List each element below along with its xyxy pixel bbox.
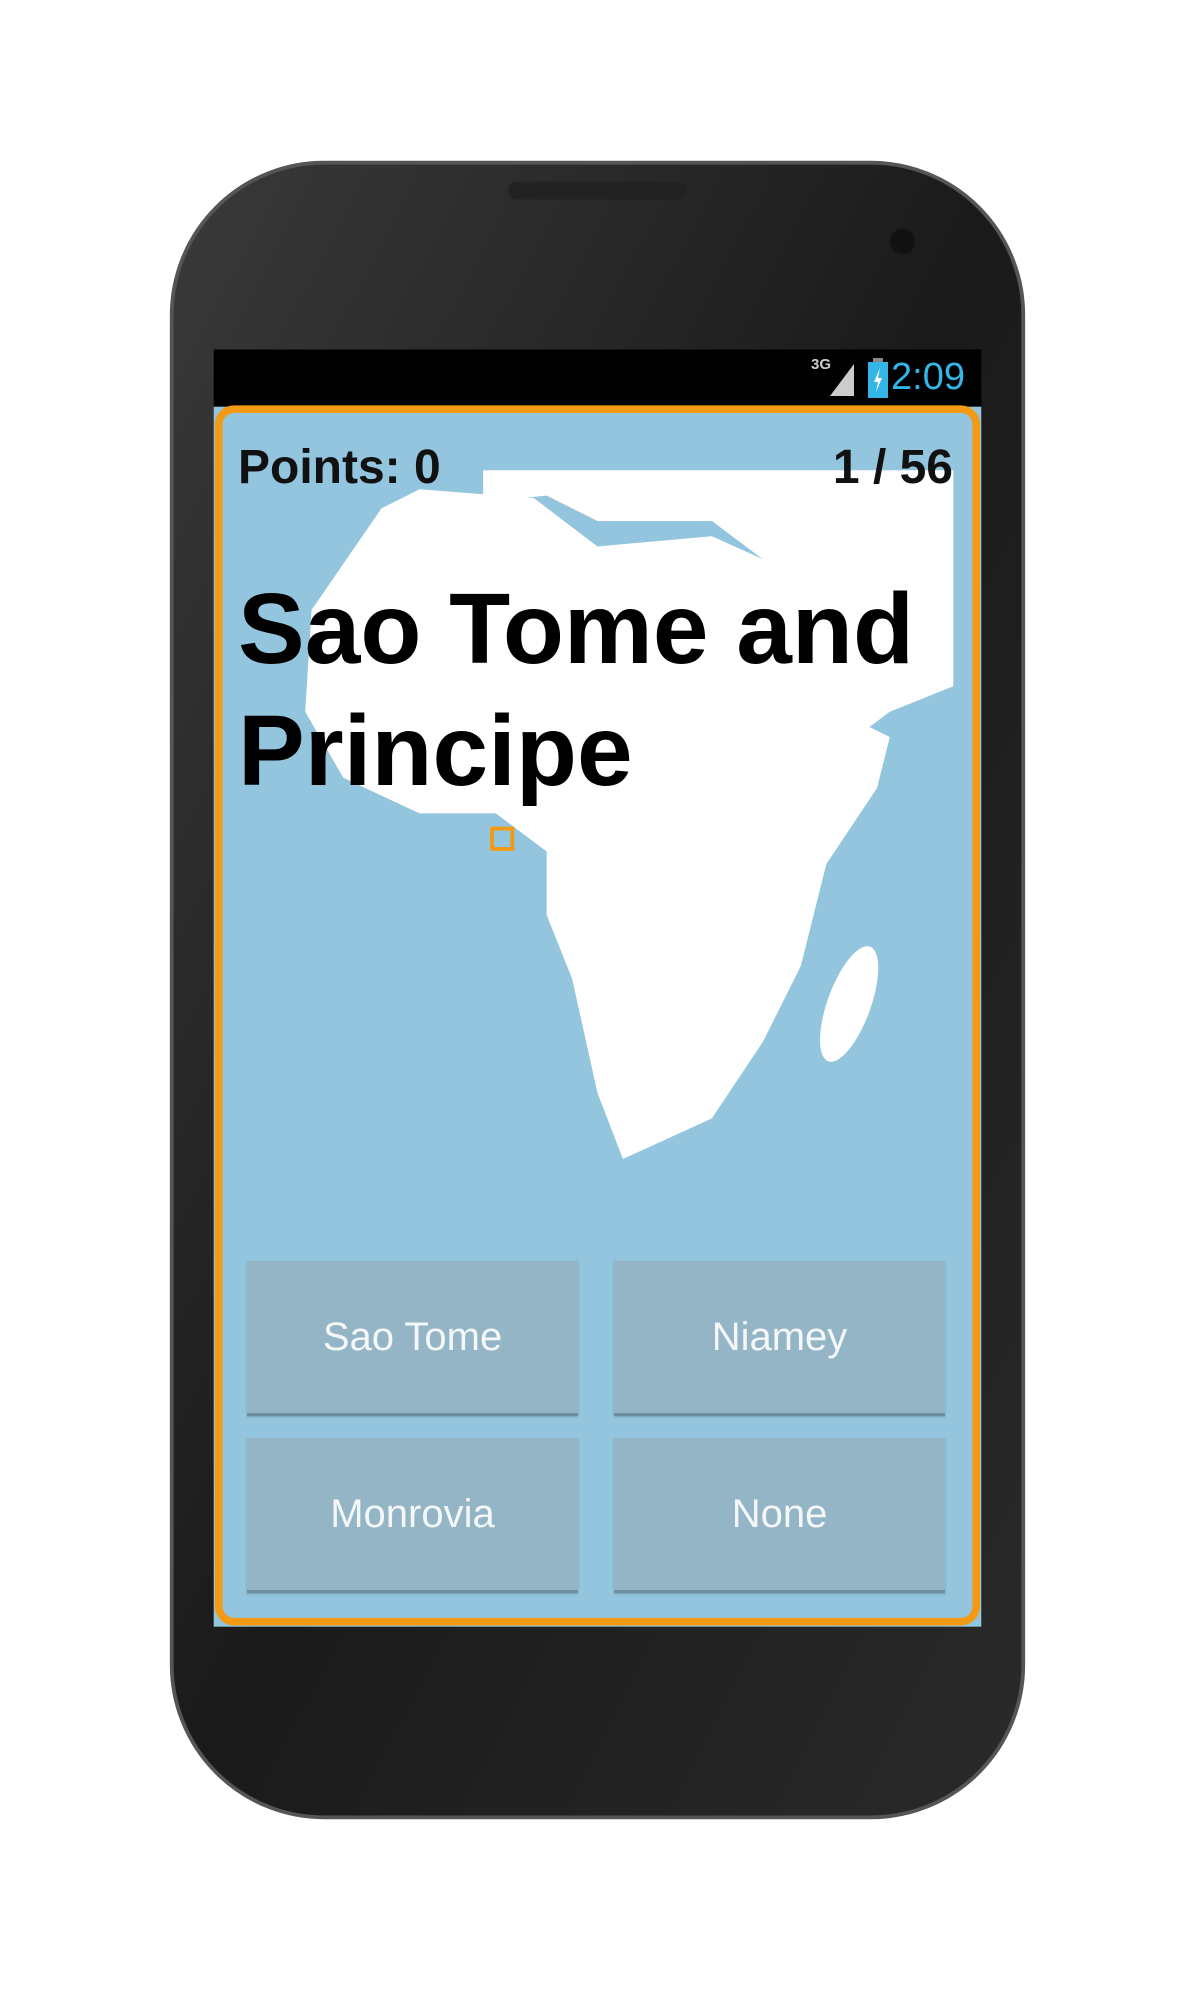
answer-button-4[interactable]: None xyxy=(614,1438,945,1593)
clock: 2:09 xyxy=(891,356,965,398)
signal-bars-icon xyxy=(830,364,854,396)
front-camera xyxy=(889,228,916,255)
points-label: Points: 0 xyxy=(238,441,441,494)
country-name: Sao Tome and Principe xyxy=(238,573,915,807)
battery-charging-icon xyxy=(868,358,888,398)
question-progress: 1 / 56 xyxy=(832,441,953,494)
answer-button-2[interactable]: Niamey xyxy=(614,1261,945,1416)
answer-button-3[interactable]: Monrovia xyxy=(247,1438,578,1593)
phone-frame xyxy=(169,160,1026,1820)
speaker-grille xyxy=(508,181,687,200)
answer-button-1[interactable]: Sao Tome xyxy=(247,1261,578,1416)
status-bar: 3G 2:09 xyxy=(213,350,981,407)
